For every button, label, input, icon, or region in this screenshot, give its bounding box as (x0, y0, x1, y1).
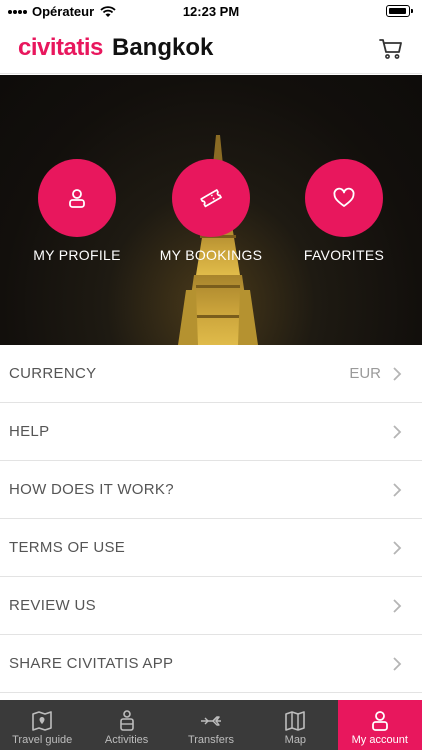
profile-circle[interactable] (38, 159, 116, 237)
menu-item-share[interactable]: SHARE CIVITATIS APP (0, 635, 422, 693)
user-icon (69, 189, 85, 208)
tab-map[interactable]: Map (253, 700, 337, 750)
map-icon (285, 711, 306, 731)
battery-icon (386, 5, 413, 17)
bottom-tab-bar: Travel guide Activities Transfers Map My… (0, 700, 422, 750)
cart-icon[interactable] (378, 36, 404, 62)
tab-transfers[interactable]: Transfers (169, 700, 253, 750)
chevron-right-icon (393, 483, 402, 497)
brand-logo[interactable]: civitatis (18, 34, 103, 62)
favorites-label: FAVORITES (303, 247, 385, 263)
menu-item-label: SHARE CIVITATIS APP (9, 655, 174, 672)
guide-person-icon (119, 710, 134, 731)
bookings-circle[interactable] (172, 159, 250, 237)
tab-label: Activities (104, 734, 149, 746)
favorites-circle[interactable] (305, 159, 383, 237)
chevron-right-icon (393, 541, 402, 555)
menu-item-label: TERMS OF USE (9, 539, 126, 556)
hero-banner: MY PROFILE MY BOOKINGS FAVORITES (0, 75, 422, 345)
menu-item-label: HOW DOES IT WORK? (9, 481, 174, 498)
menu-item-label: REVIEW US (9, 597, 96, 614)
tab-my-account[interactable]: My account (337, 700, 422, 750)
menu-item-how-it-works[interactable]: HOW DOES IT WORK? (0, 461, 422, 519)
user-icon (371, 711, 388, 731)
status-bar: Opérateur 12:23 PM (0, 0, 422, 24)
menu-item-help[interactable]: HELP (0, 403, 422, 461)
my-profile-label: MY PROFILE (33, 247, 121, 263)
city-title: Bangkok (112, 34, 214, 61)
menu-item-terms[interactable]: TERMS OF USE (0, 519, 422, 577)
tab-label: Transfers (187, 734, 234, 746)
chevron-right-icon (393, 425, 402, 439)
menu-item-currency[interactable]: CURRENCY EUR (0, 345, 422, 403)
heart-icon (333, 187, 355, 207)
my-profile-button[interactable]: MY PROFILE (22, 159, 132, 263)
ticket-icon (200, 189, 222, 208)
tab-travel-guide[interactable]: Travel guide (0, 700, 84, 750)
tab-label: My account (351, 734, 408, 746)
app-header: civitatis Bangkok (0, 24, 422, 74)
chevron-right-icon (393, 367, 402, 381)
menu-item-label: CURRENCY (9, 365, 97, 382)
plane-transfer-icon (200, 716, 221, 726)
chevron-right-icon (393, 599, 402, 613)
clock: 12:23 PM (182, 4, 240, 19)
chevron-right-icon (393, 657, 402, 671)
menu-item-review[interactable]: REVIEW US (0, 577, 422, 635)
tab-label: Travel guide (12, 734, 73, 746)
account-menu: CURRENCY EUR HELP HOW DOES IT WORK? TERM… (0, 345, 422, 693)
menu-item-label: HELP (9, 423, 50, 440)
book-map-icon (32, 711, 52, 731)
favorites-button[interactable]: FAVORITES (289, 159, 399, 263)
tab-label: Map (284, 734, 307, 746)
currency-value: EUR (349, 365, 381, 382)
tab-activities[interactable]: Activities (84, 700, 168, 750)
my-bookings-button[interactable]: MY BOOKINGS (156, 159, 266, 263)
my-bookings-label: MY BOOKINGS (159, 247, 263, 263)
